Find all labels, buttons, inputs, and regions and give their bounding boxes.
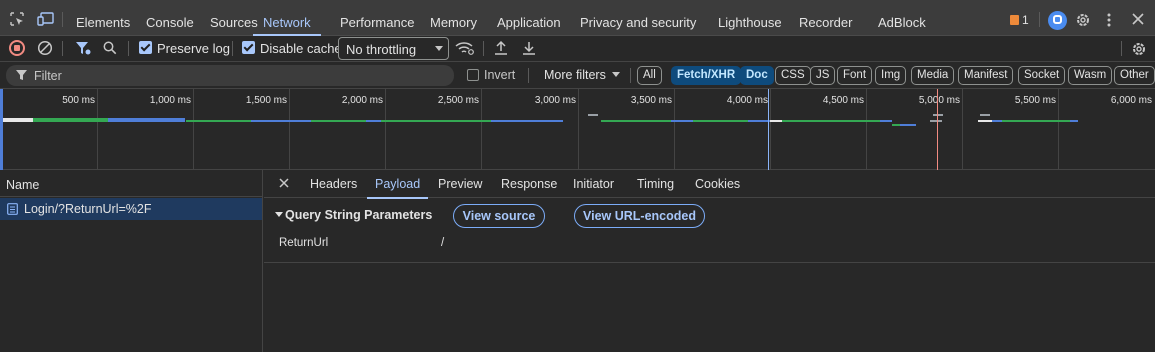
- disable-cache-checkbox[interactable]: [242, 41, 255, 54]
- tab-console[interactable]: Console: [146, 0, 194, 36]
- divider: [232, 41, 233, 56]
- param-key: ReturnUrl: [279, 237, 329, 249]
- tab-sources[interactable]: Sources: [210, 0, 258, 36]
- divider: [128, 41, 129, 56]
- invert-checkbox[interactable]: [467, 69, 479, 81]
- detail-tab-bar: Headers Payload Preview Response Initiat…: [264, 170, 1155, 199]
- chip-doc[interactable]: Doc: [740, 66, 774, 85]
- chip-other[interactable]: Other: [1114, 66, 1155, 85]
- issues-count: 1: [1022, 13, 1029, 27]
- param-value: /: [441, 237, 445, 249]
- search-icon[interactable]: [103, 41, 117, 55]
- record-stop-icon[interactable]: [9, 40, 25, 56]
- tab-response[interactable]: Response: [501, 177, 557, 191]
- section-divider: [264, 262, 1155, 263]
- network-toolbar: Preserve log Disable cache No throttling: [0, 36, 1155, 62]
- tab-lighthouse[interactable]: Lighthouse: [718, 0, 782, 36]
- inspect-element-icon[interactable]: [9, 11, 25, 27]
- network-settings-gear-icon[interactable]: [1131, 41, 1147, 57]
- close-devtools-icon[interactable]: [1132, 13, 1144, 25]
- divider: [62, 12, 63, 27]
- tab-preview[interactable]: Preview: [438, 177, 482, 191]
- chip-css[interactable]: CSS: [775, 66, 811, 85]
- collapse-triangle-icon[interactable]: [275, 212, 283, 218]
- chip-wasm[interactable]: Wasm: [1068, 66, 1113, 85]
- divider: [483, 41, 484, 56]
- tab-initiator[interactable]: Initiator: [573, 177, 614, 191]
- tab-adblock[interactable]: AdBlock: [878, 0, 926, 36]
- dropdown-arrow-icon: [612, 72, 620, 77]
- divider: [1121, 41, 1122, 56]
- network-conditions-icon[interactable]: [455, 41, 475, 56]
- device-toolbar-icon[interactable]: [37, 11, 55, 27]
- preserve-log-checkbox[interactable]: [139, 41, 152, 54]
- request-name: Login/?ReturnUrl=%2F: [24, 202, 152, 216]
- invert-label: Invert: [484, 68, 516, 82]
- more-filters-button[interactable]: More filters: [544, 68, 606, 82]
- view-source-button[interactable]: View source: [453, 204, 545, 228]
- request-list-header: Name: [0, 170, 262, 197]
- tab-recorder[interactable]: Recorder: [799, 0, 852, 36]
- waterfall-bars: [3, 89, 1078, 170]
- export-har-icon[interactable]: [522, 40, 536, 56]
- filter-placeholder: Filter: [34, 69, 62, 83]
- tab-privacy-and-security[interactable]: Privacy and security: [580, 0, 696, 36]
- chip-font[interactable]: Font: [837, 66, 873, 85]
- request-details: Headers Payload Preview Response Initiat…: [264, 170, 1155, 352]
- throttling-value: No throttling: [346, 42, 417, 57]
- tab-network[interactable]: Network: [253, 0, 321, 36]
- close-details-icon[interactable]: [279, 178, 289, 188]
- tab-performance[interactable]: Performance: [340, 0, 414, 36]
- filter-input[interactable]: Filter: [6, 65, 454, 86]
- divider: [1039, 12, 1040, 27]
- more-options-icon[interactable]: [1106, 12, 1112, 28]
- filter-bar: Filter Invert More filters All Fetch/XHR…: [0, 62, 1155, 89]
- throttling-select[interactable]: No throttling: [338, 37, 449, 60]
- settings-gear-icon[interactable]: [1075, 12, 1091, 28]
- tab-payload[interactable]: Payload: [367, 177, 429, 199]
- tab-elements[interactable]: Elements: [76, 0, 130, 36]
- request-list: Name Login/?ReturnUrl=%2F: [0, 170, 263, 352]
- divider: [630, 68, 631, 83]
- chip-fetch-xhr[interactable]: Fetch/XHR: [671, 66, 742, 85]
- view-url-encoded-button[interactable]: View URL-encoded: [574, 204, 705, 228]
- document-icon: [7, 203, 18, 215]
- import-har-icon[interactable]: [494, 40, 508, 56]
- devtools-tab-bar: Elements Console Sources Network Perform…: [0, 0, 1155, 36]
- divider: [528, 68, 529, 83]
- tab-application[interactable]: Application: [497, 0, 561, 36]
- section-title[interactable]: Query String Parameters: [285, 208, 432, 222]
- divider: [62, 41, 63, 56]
- dropdown-arrow-icon: [435, 46, 443, 51]
- clear-log-icon[interactable]: [37, 40, 53, 56]
- tab-cookies[interactable]: Cookies: [695, 177, 740, 191]
- warning-flag-icon: [1010, 15, 1019, 25]
- preserve-log-label: Preserve log: [157, 41, 230, 56]
- chip-media[interactable]: Media: [911, 66, 955, 85]
- timeline-overview[interactable]: 500 ms 1,000 ms 1,500 ms 2,000 ms 2,500 …: [0, 89, 1155, 170]
- tab-memory[interactable]: Memory: [430, 0, 477, 36]
- filter-funnel-icon[interactable]: [75, 41, 91, 56]
- filter-funnel-icon: [16, 70, 27, 80]
- tab-headers[interactable]: Headers: [310, 177, 357, 191]
- chip-img[interactable]: Img: [875, 66, 907, 85]
- chip-socket[interactable]: Socket: [1018, 66, 1066, 85]
- name-column-header[interactable]: Name: [6, 178, 39, 192]
- chip-manifest[interactable]: Manifest: [958, 66, 1014, 85]
- request-row[interactable]: Login/?ReturnUrl=%2F: [0, 198, 262, 220]
- chip-all[interactable]: All: [637, 66, 662, 85]
- tab-timing[interactable]: Timing: [637, 177, 674, 191]
- ai-assistance-icon[interactable]: [1048, 11, 1067, 30]
- chip-js[interactable]: JS: [810, 66, 836, 85]
- disable-cache-label: Disable cache: [260, 41, 342, 56]
